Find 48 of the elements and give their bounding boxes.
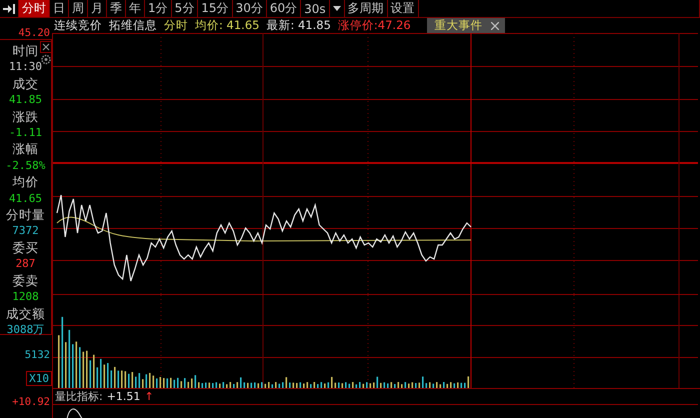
field-label: 成交额: [6, 306, 45, 322]
event-tab[interactable]: 重大事件: [426, 18, 505, 33]
field-value: 7372: [12, 223, 39, 240]
field-value: 11:30: [8, 59, 42, 76]
volume-axis-label: 5132: [24, 349, 51, 361]
period-tab[interactable]: 5分: [172, 0, 198, 17]
toolbar-button[interactable]: 多周期: [344, 0, 388, 17]
info-text: 均价: 41.65: [195, 18, 260, 33]
price-axis-label: 45.20: [17, 27, 51, 39]
field-label: 涨跌: [12, 108, 38, 126]
info-text: 拓维信息: [109, 18, 157, 33]
trend-arrow: ↑: [144, 390, 154, 403]
field-value: 1208: [12, 289, 39, 306]
period-tab[interactable]: 分时: [19, 0, 50, 17]
period-tab[interactable]: 季: [107, 0, 126, 17]
field-label: 时间: [12, 43, 38, 60]
close-icon[interactable]: [40, 41, 52, 53]
settings-icon[interactable]: [40, 54, 52, 65]
info-text: 分时: [164, 18, 188, 33]
field-value: -1.11: [8, 125, 42, 142]
field-label: 成交: [12, 76, 38, 92]
info-text: 最新: 41.85: [266, 18, 331, 33]
field-value: 41.85: [8, 92, 42, 108]
field-label: 涨幅: [12, 141, 38, 158]
field-value: 41.65: [8, 190, 42, 207]
caret-icon: [332, 6, 341, 11]
field-label: 委卖: [12, 272, 38, 290]
info-text: 连续竞价: [54, 18, 102, 33]
field-value: -2.58%: [6, 158, 46, 174]
period-tab[interactable]: 周: [69, 0, 88, 17]
field-value: 287: [16, 256, 36, 272]
field-label: 分时量: [6, 207, 45, 224]
info-text: 涨停价:47.26: [338, 18, 411, 33]
toolbar-button[interactable]: 设置: [388, 0, 419, 17]
period-tab[interactable]: 年: [126, 0, 145, 17]
field-value: 3088万: [6, 322, 44, 338]
indicator-label: 量比指标:: [55, 389, 103, 404]
period-tab[interactable]: 30分: [232, 0, 267, 17]
indicator-line: [66, 408, 84, 418]
dropdown-button[interactable]: [330, 0, 345, 17]
sidebar-toggle-button[interactable]: [0, 0, 19, 17]
field-label: 均价: [12, 174, 38, 191]
close-icon[interactable]: [490, 22, 499, 30]
arrow-to-bar-icon: [3, 4, 15, 14]
scale-label: X10: [26, 371, 52, 386]
indicator-value: +1.51: [106, 390, 140, 403]
field-label: 委买: [12, 240, 38, 256]
indicator-axis-label: +10.92: [12, 396, 51, 408]
